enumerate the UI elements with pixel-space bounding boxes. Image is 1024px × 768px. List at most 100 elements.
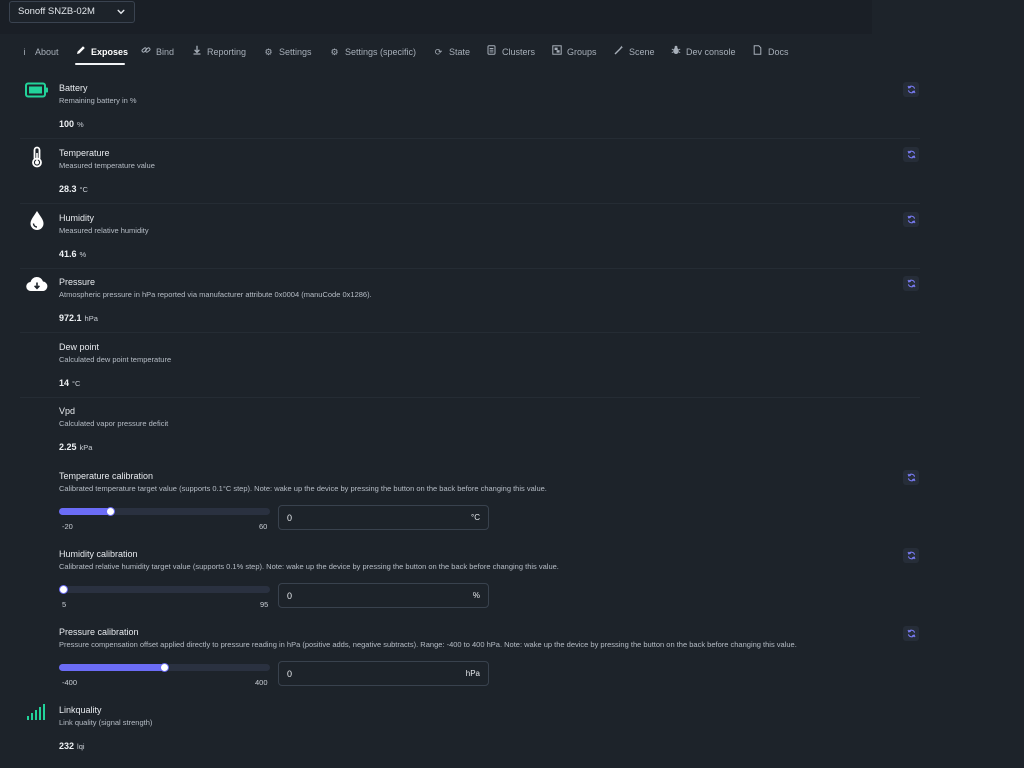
refresh-button[interactable] [903, 626, 919, 641]
tab-state[interactable]: ⟳ State [433, 41, 470, 63]
expose-humidity: Humidity Measured relative humidity 41.6… [20, 208, 920, 269]
refresh-icon [907, 629, 915, 638]
tab-dev-console[interactable]: Dev console [670, 41, 736, 63]
refresh-icon [907, 279, 915, 288]
expose-name: Temperature calibration [59, 471, 154, 481]
tab-reporting[interactable]: Reporting [191, 41, 246, 63]
expose-value: 232 lqi [59, 741, 85, 751]
bug-icon [670, 41, 681, 63]
gear-icon: ⚙ [330, 47, 339, 57]
refresh-button[interactable] [903, 470, 919, 485]
expose-name: Vpd [59, 406, 76, 416]
expose-description: Link quality (signal strength) [59, 718, 153, 727]
expose-linkquality: Linkquality Link quality (signal strengt… [20, 700, 920, 760]
refresh-button[interactable] [903, 147, 919, 162]
slider-max-label: 60 [259, 522, 268, 531]
humidity-calibration-field[interactable]: % [278, 583, 489, 608]
slider-min-label: -20 [62, 522, 73, 531]
device-select-value: Sonoff SNZB-02M [18, 6, 95, 17]
expose-name: Temperature [59, 148, 110, 158]
expose-name: Dew point [59, 342, 100, 352]
input-unit: % [472, 591, 480, 600]
expose-name: Linkquality [59, 705, 102, 715]
device-select[interactable]: Sonoff SNZB-02M [9, 1, 135, 23]
info-icon: i [23, 47, 26, 57]
expose-description: Measured relative humidity [59, 226, 149, 235]
expose-temperature: Temperature Measured temperature value 2… [20, 143, 920, 204]
chevron-down-icon [117, 9, 125, 15]
slider-handle[interactable] [59, 585, 68, 594]
expose-name: Humidity [59, 213, 95, 223]
refresh-icon: ⟳ [434, 47, 443, 57]
pressure-calibration-slider[interactable] [59, 663, 270, 672]
expose-description: Calibrated temperature target value (sup… [59, 484, 547, 493]
expose-pressure: Pressure Atmospheric pressure in hPa rep… [20, 272, 920, 333]
slider-max-label: 400 [255, 678, 268, 687]
object-group-icon [551, 41, 562, 63]
humidity-calibration-slider[interactable] [59, 585, 270, 594]
tab-docs[interactable]: Docs [752, 41, 789, 63]
temperature-calibration-field[interactable]: °C [278, 505, 489, 530]
refresh-button[interactable] [903, 82, 919, 97]
tab-clusters[interactable]: Clusters [486, 41, 535, 63]
download-icon [191, 41, 202, 63]
expose-description: Pressure compensation offset applied dir… [59, 640, 797, 649]
refresh-button[interactable] [903, 548, 919, 563]
slider-handle[interactable] [160, 663, 169, 672]
active-tab-indicator [75, 63, 125, 65]
input-unit: °C [471, 513, 480, 522]
slider-fill [59, 508, 111, 515]
expose-value: 100% [59, 119, 84, 129]
humidity-calibration-input[interactable] [287, 588, 437, 604]
pressure-calibration-input[interactable] [287, 666, 437, 682]
tab-settings[interactable]: ⚙ Settings [263, 41, 311, 63]
slider-handle[interactable] [106, 507, 116, 516]
tab-scene[interactable]: Scene [613, 41, 655, 63]
refresh-icon [907, 150, 915, 159]
expose-value: 41.6% [59, 249, 87, 259]
tab-bind[interactable]: Bind [140, 41, 174, 63]
pressure-calibration-field[interactable]: hPa [278, 661, 489, 686]
expose-description: Calibrated relative humidity target valu… [59, 562, 559, 571]
expose-vpd: Vpd Calculated vapor pressure deficit 2.… [20, 401, 920, 461]
temperature-calibration-input[interactable] [287, 510, 437, 526]
refresh-icon [907, 215, 915, 224]
expose-description: Calculated vapor pressure deficit [59, 419, 169, 428]
slider-max-label: 95 [260, 600, 269, 609]
tab-groups[interactable]: Groups [551, 41, 597, 63]
tab-settings-specific[interactable]: ⚙ Settings (specific) [329, 41, 416, 63]
slider-fill [59, 664, 165, 671]
document-icon [752, 41, 763, 63]
expose-name: Humidity calibration [59, 549, 138, 559]
tab-about[interactable]: i About [19, 41, 59, 63]
wand-icon [613, 41, 624, 63]
gears-icon: ⚙ [264, 47, 273, 57]
top-bar [0, 0, 1024, 34]
refresh-button[interactable] [903, 212, 919, 227]
expose-battery: Battery Remaining battery in % 100% [20, 78, 920, 139]
refresh-icon [907, 85, 915, 94]
expose-dew-point: Dew point Calculated dew point temperatu… [20, 337, 920, 398]
tab-exposes[interactable]: Exposes [75, 41, 128, 63]
expose-description: Measured temperature value [59, 161, 155, 170]
temperature-calibration-slider[interactable] [59, 507, 270, 516]
refresh-button[interactable] [903, 276, 919, 291]
signal-bars-icon [25, 703, 49, 725]
expose-humidity-calibration: Humidity calibration Calibrated relative… [20, 544, 920, 618]
expose-description: Remaining battery in % [59, 96, 137, 105]
battery-full-icon [25, 82, 49, 104]
slider-min-label: 5 [62, 600, 67, 609]
expose-name: Pressure [59, 277, 96, 287]
expose-description: Atmospheric pressure in hPa reported via… [59, 290, 372, 299]
expose-value: 972.1 hPa [59, 313, 98, 323]
droplet-icon [25, 210, 49, 232]
expose-value: 2.25 kPa [59, 442, 93, 452]
expose-pressure-calibration: Pressure calibration Pressure compensati… [20, 622, 920, 696]
refresh-icon [907, 473, 915, 482]
link-icon [140, 41, 151, 63]
tab-bar: i About Exposes Bind Reporting ⚙ Settings … [0, 41, 900, 67]
expose-name: Battery [59, 83, 88, 93]
thermometer-icon [25, 146, 49, 168]
top-bar-right [872, 0, 1024, 34]
slider-min-label: -400 [62, 678, 78, 687]
